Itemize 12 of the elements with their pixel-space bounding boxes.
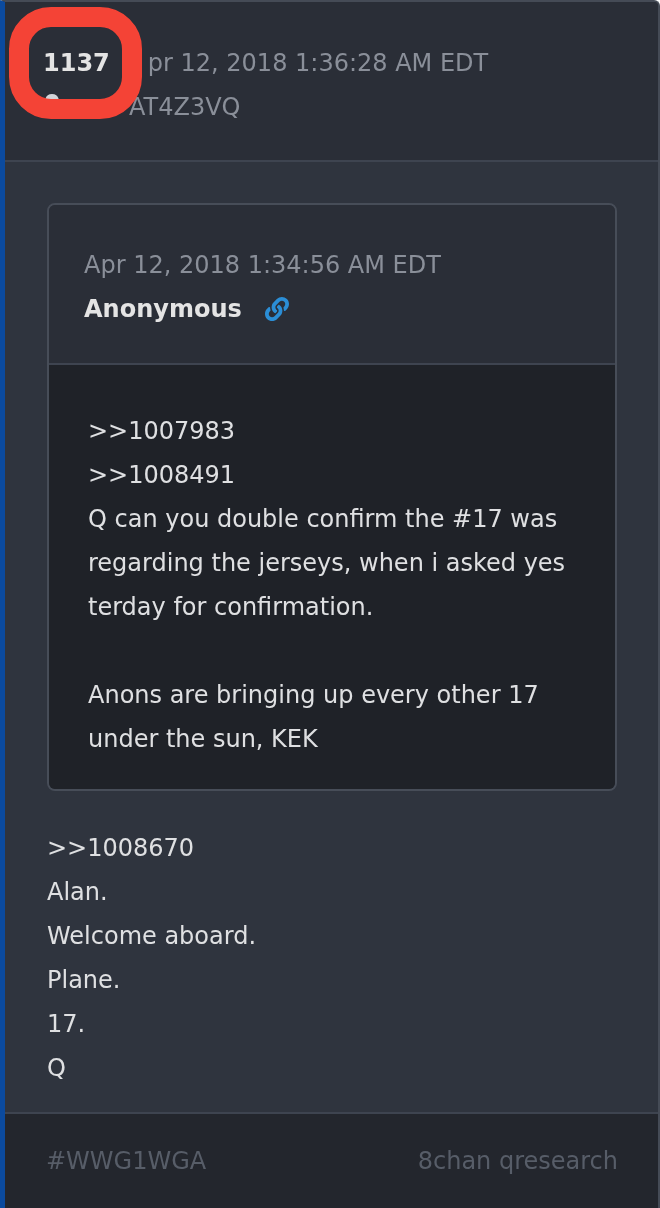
post-message: >>1008670 Alan. Welcome aboard. Plane. 17. Q bbox=[47, 833, 257, 1084]
quoted-paragraph: Anons are bringing up every other 17 under the sun, KEK bbox=[88, 680, 539, 755]
author-name: Anonymous bbox=[84, 294, 242, 325]
source-text: 8chan qresearch bbox=[417, 1146, 618, 1177]
post-number[interactable]: 1137 bbox=[43, 41, 110, 85]
link-icon[interactable] bbox=[263, 297, 290, 321]
quoted-post-date: Apr 12, 2018 1:34:56 AM EDT bbox=[84, 250, 441, 281]
quoted-paragraph: >>1007983 >>1008491 Q can you double confirm the #17 was regarding the jerseys, when i asked yes terday for confirmation. bbox=[88, 416, 566, 623]
hashtag-text: #WWG1WGA bbox=[46, 1146, 207, 1177]
user-icon bbox=[45, 94, 59, 99]
post-date: pr 12, 2018 1:36:28 AM EDT bbox=[147, 48, 489, 79]
poster-id: AT4Z3VQ bbox=[129, 92, 241, 123]
